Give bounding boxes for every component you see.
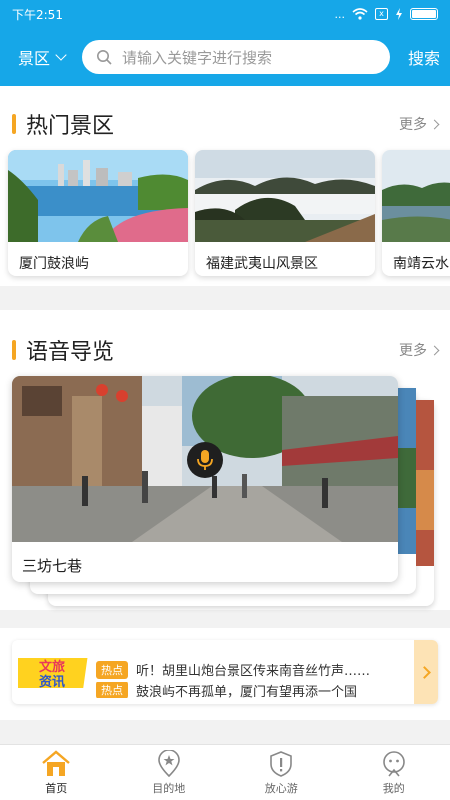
news-text: 鼓浪屿不再孤单，厦门有望再添一个国	[136, 684, 358, 699]
voice-card-label: 三坊七巷	[22, 557, 83, 575]
card-label: 福建武夷山风景区	[206, 256, 318, 272]
chevron-right-icon	[429, 119, 440, 129]
section-marker	[12, 114, 16, 134]
news-item[interactable]: 热点 听！胡里山炮台景区传来南音丝竹声……	[96, 660, 370, 679]
sim-icon: x	[375, 8, 388, 20]
voice-guide-more-link[interactable]: 更多	[399, 340, 440, 360]
status-bar: 下午2:51 ... x	[0, 0, 450, 28]
stacked-card-photo-peek-2	[416, 400, 434, 566]
wifi-icon	[352, 8, 368, 20]
search-button[interactable]: 搜索	[390, 45, 440, 69]
chevron-right-icon	[429, 345, 440, 355]
region-dropdown[interactable]: 景区	[18, 45, 80, 69]
tab-profile[interactable]: 我的	[338, 745, 450, 800]
voice-guide-card[interactable]: 三坊七巷	[12, 376, 398, 582]
battery-icon	[410, 8, 438, 20]
home-icon	[42, 749, 71, 776]
section-marker	[12, 340, 16, 360]
search-icon	[97, 50, 112, 65]
location-pin-icon	[157, 749, 180, 777]
svg-text:文旅: 文旅	[39, 659, 65, 675]
bottom-tab-bar: 首页 目的地 放心游 我的	[0, 744, 450, 800]
stacked-card-photo-peek	[398, 388, 416, 554]
search-placeholder: 请输入关键字进行搜索	[122, 48, 273, 67]
hot-spots-section: 热门景区 更多 厦门鼓浪屿 福建武夷山风景区 南靖云水	[0, 86, 450, 286]
status-icons: ... x	[334, 7, 438, 21]
more-label: 更多	[399, 117, 427, 133]
charging-icon	[396, 8, 402, 20]
hot-tag-badge: 热点	[96, 682, 128, 698]
voice-guide-title: 语音导览	[26, 340, 115, 365]
card-label: 南靖云水	[393, 256, 449, 272]
card-label: 厦门鼓浪屿	[19, 256, 89, 272]
more-label: 更多	[399, 343, 427, 359]
chevron-right-icon	[417, 665, 431, 679]
tab-label: 目的地	[152, 781, 186, 795]
voice-guide-section: 语音导览 更多 三坊七巷	[0, 310, 450, 610]
status-time: 下午2:51	[12, 7, 63, 22]
scenic-card-wuyishan[interactable]: 福建武夷山风景区	[195, 150, 375, 276]
news-ticker[interactable]: 文旅 资讯 热点 听！胡里山炮台景区传来南音丝竹声…… 热点 鼓浪屿不再孤单，厦…	[12, 640, 438, 704]
wuyishan-photo	[195, 150, 375, 242]
tab-destination[interactable]: 目的地	[113, 745, 226, 800]
voice-guide-header: 语音导览 更多	[12, 334, 440, 366]
region-label: 景区	[18, 49, 51, 68]
tab-label: 首页	[45, 781, 68, 795]
hot-spots-header: 热门景区 更多	[12, 108, 440, 140]
scenic-card-gulangyu[interactable]: 厦门鼓浪屿	[8, 150, 188, 276]
more-dots-icon: ...	[334, 7, 346, 21]
news-next-button[interactable]	[414, 640, 438, 704]
nanjing-photo	[382, 150, 450, 242]
search-header: 景区 请输入关键字进行搜索 搜索	[0, 28, 450, 86]
tab-label: 放心游	[264, 781, 298, 795]
microphone-icon[interactable]	[187, 442, 223, 478]
news-text: 听！胡里山炮台景区传来南音丝竹声……	[136, 664, 371, 679]
hot-spots-more-link[interactable]: 更多	[399, 114, 440, 134]
profile-icon	[382, 750, 405, 777]
tab-home[interactable]: 首页	[0, 745, 113, 800]
news-section: 文旅 资讯 热点 听！胡里山炮台景区传来南音丝竹声…… 热点 鼓浪屿不再孤单，厦…	[0, 628, 450, 720]
culture-tourism-news-logo: 文旅 资讯	[18, 658, 88, 690]
svg-text:资讯: 资讯	[39, 674, 65, 690]
hot-tag-badge: 热点	[96, 660, 128, 679]
tab-safe-travel[interactable]: 放心游	[225, 745, 338, 800]
chevron-down-icon	[55, 49, 67, 61]
news-item[interactable]: 热点 鼓浪屿不再孤单，厦门有望再添一个国	[96, 682, 357, 698]
hot-spots-title: 热门景区	[26, 114, 115, 139]
search-input[interactable]: 请输入关键字进行搜索	[82, 40, 390, 74]
scenic-card-nanjing[interactable]: 南靖云水	[382, 150, 450, 276]
tab-label: 我的	[382, 781, 405, 795]
shield-icon	[270, 750, 293, 777]
gulangyu-photo	[8, 150, 188, 242]
